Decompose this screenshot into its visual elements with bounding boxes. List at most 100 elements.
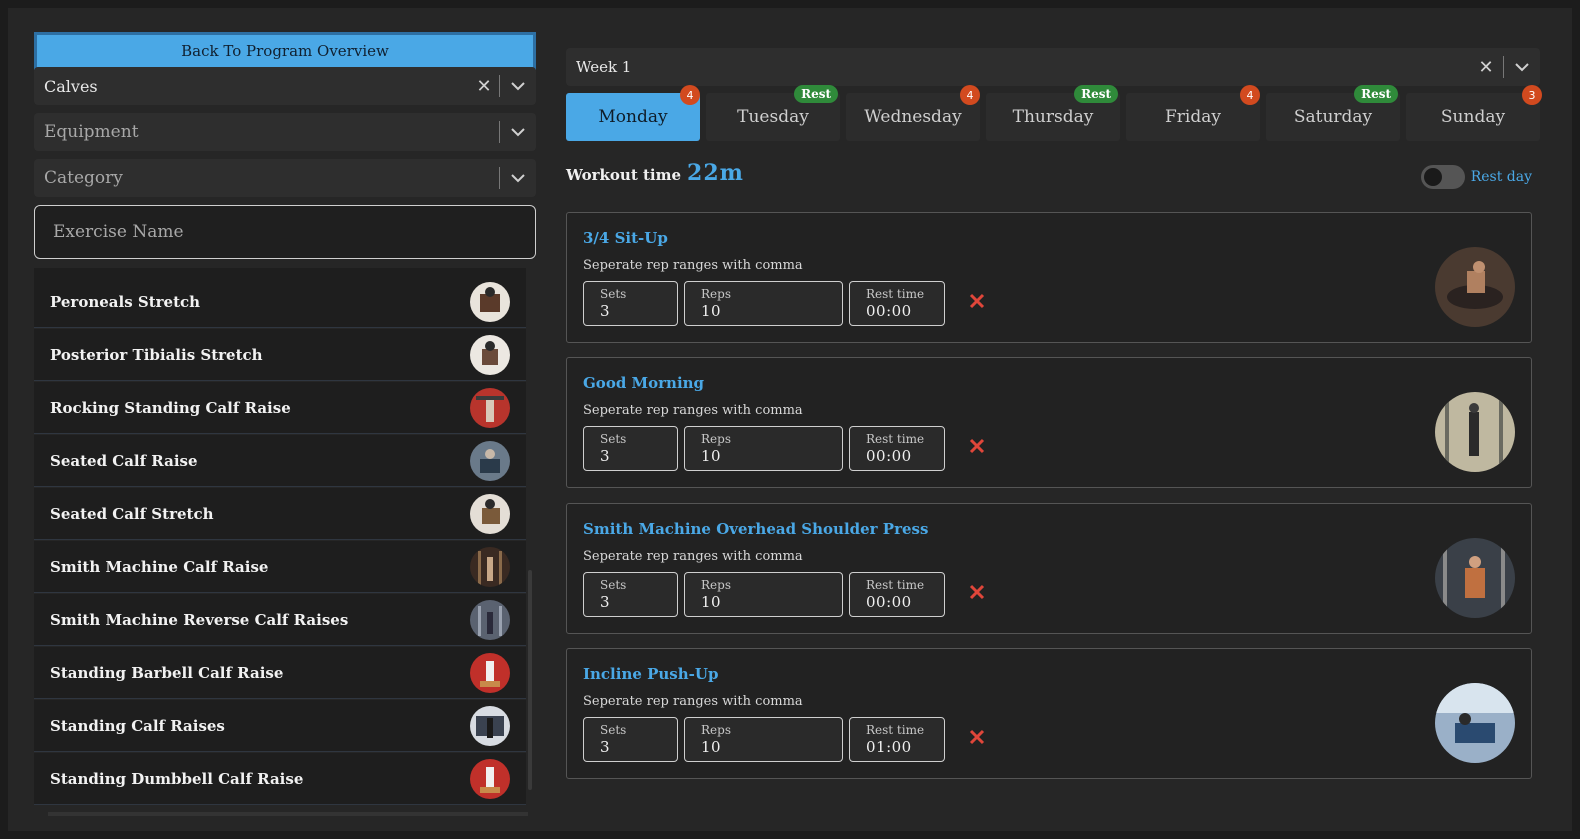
rest-time-label: Rest time [866,287,925,301]
sets-value[interactable]: 3 [600,301,677,321]
reps-value[interactable]: 10 [701,301,842,321]
reps-value[interactable]: 10 [701,737,842,757]
sets-field[interactable]: Sets 3 [583,572,678,617]
workout-time-value: 22m [687,160,744,186]
rest-badge: Rest [1074,85,1118,103]
list-item[interactable]: Smith Machine Calf Raise [34,541,526,593]
reps-label: Reps [701,287,731,301]
exercise-name-input[interactable] [34,205,536,259]
rest-time-field[interactable]: Rest time 00:00 [849,281,945,326]
exercise-thumbnail [470,705,510,746]
list-item[interactable]: Posterior Tibialis Stretch [34,329,526,381]
equipment-select[interactable]: Equipment [34,113,536,151]
sets-value[interactable]: 3 [600,737,677,757]
list-item[interactable]: Smith Machine Reverse Calf Raises [34,594,526,646]
clear-muscle-icon[interactable]: ✕ [469,76,499,97]
reps-field[interactable]: Reps 10 [684,281,843,326]
exercise-count-badge: 4 [960,85,980,105]
exercise-title[interactable]: Good Morning [583,374,704,392]
exercise-count-badge: 4 [1240,85,1260,105]
rest-time-value[interactable]: 00:00 [866,446,944,466]
exercise-thumbnail [470,440,510,481]
list-item[interactable]: Peroneals Stretch [34,276,526,328]
exercise-thumbnail [470,599,510,640]
delete-x-icon[interactable] [965,580,989,604]
delete-x-icon[interactable] [965,289,989,313]
category-select[interactable]: Category [34,159,536,197]
exercise-thumbnail [470,387,510,428]
week-select[interactable]: Week 1 ✕ [566,48,1540,86]
exercise-thumbnail [470,493,510,534]
rest-time-label: Rest time [866,723,925,737]
sets-value[interactable]: 3 [600,592,677,612]
exercise-thumbnail [470,758,510,799]
list-item[interactable]: Standing Barbell Calf Raise [34,647,526,699]
exercise-count-badge: 4 [680,85,700,105]
exercise-card: Incline Push-Up Seperate rep ranges with… [566,648,1532,779]
exercise-label: Standing Dumbbell Calf Raise [50,769,304,788]
chevron-down-icon[interactable] [500,173,536,183]
rest-day-toggle[interactable]: Rest day [1420,165,1532,189]
chevron-down-icon[interactable] [500,127,536,137]
list-item[interactable]: Seated Calf Stretch [34,488,526,540]
reps-field[interactable]: Reps 10 [684,717,843,762]
reps-value[interactable]: 10 [701,592,842,612]
exercise-label: Smith Machine Calf Raise [50,557,269,576]
chevron-down-icon[interactable] [1504,62,1540,72]
exercise-photo [1435,538,1515,618]
day-tabs: Monday 4 Tuesday Rest Wednesday 4 Thursd… [566,85,1542,141]
sets-field[interactable]: Sets 3 [583,281,678,326]
exercise-thumbnail [470,652,510,693]
sets-field[interactable]: Sets 3 [583,426,678,471]
delete-x-icon[interactable] [965,725,989,749]
tab-label: Wednesday [864,107,962,127]
exercise-title[interactable]: 3/4 Sit-Up [583,229,668,247]
rest-time-value[interactable]: 00:00 [866,301,944,321]
rest-time-label: Rest time [866,578,925,592]
tab-saturday[interactable]: Saturday Rest [1266,85,1400,141]
exercise-thumbnail [470,281,510,322]
exercise-title[interactable]: Incline Push-Up [583,665,718,683]
exercise-title[interactable]: Smith Machine Overhead Shoulder Press [583,520,928,538]
exercise-label: Seated Calf Raise [50,451,198,470]
list-item[interactable]: Seated Calf Raise [34,435,526,487]
list-item[interactable]: Standing Dumbbell Calf Raise [34,753,526,805]
rest-time-field[interactable]: Rest time 00:00 [849,426,945,471]
tab-monday[interactable]: Monday 4 [566,85,700,141]
tab-thursday[interactable]: Thursday Rest [986,85,1120,141]
reps-label: Reps [701,578,731,592]
muscle-group-select[interactable]: Calves ✕ [34,67,536,105]
rep-range-hint: Seperate rep ranges with comma [583,694,803,709]
rest-time-value[interactable]: 00:00 [866,592,944,612]
close-icon[interactable]: ✕ [1469,57,1503,78]
sets-field[interactable]: Sets 3 [583,717,678,762]
exercise-count-badge: 3 [1522,85,1542,105]
exercise-label: Rocking Standing Calf Raise [50,398,291,417]
workout-time-label: Workout time [566,166,682,184]
rest-day-label[interactable]: Rest day [1471,169,1532,185]
tab-tuesday[interactable]: Tuesday Rest [706,85,840,141]
reps-field[interactable]: Reps 10 [684,426,843,471]
sets-value[interactable]: 3 [600,446,677,466]
exercise-label: Standing Calf Raises [50,716,225,735]
tab-friday[interactable]: Friday 4 [1126,85,1260,141]
tab-label: Sunday [1440,107,1506,127]
rest-time-field[interactable]: Rest time 00:00 [849,572,945,617]
tab-sunday[interactable]: Sunday 3 [1406,85,1542,141]
back-to-overview-button[interactable]: Back To Program Overview [34,32,536,70]
list-item[interactable]: Rocking Standing Calf Raise [34,382,526,434]
list-item[interactable]: Standing Calf Raises [34,700,526,752]
rest-time-value[interactable]: 01:00 [866,737,944,757]
tab-wednesday[interactable]: Wednesday 4 [846,85,980,141]
list-horizontal-scrollbar[interactable] [48,812,528,816]
reps-field[interactable]: Reps 10 [684,572,843,617]
exercise-label: Seated Calf Stretch [50,504,214,523]
exercise-photo [1435,247,1515,327]
list-scrollbar[interactable] [528,570,532,790]
exercise-list: Peroneals Stretch Posterior Tibialis Str… [34,268,526,818]
reps-value[interactable]: 10 [701,446,842,466]
chevron-down-icon[interactable] [500,81,536,91]
delete-x-icon[interactable] [965,434,989,458]
rest-day-switch[interactable] [1420,165,1465,189]
rest-time-field[interactable]: Rest time 01:00 [849,717,945,762]
